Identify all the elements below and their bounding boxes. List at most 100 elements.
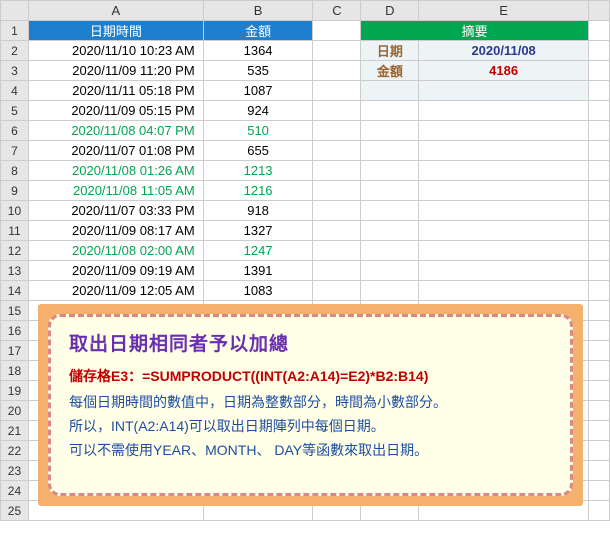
cell-F18[interactable] <box>588 361 609 381</box>
cell-B1[interactable]: 金額 <box>203 21 313 41</box>
cell-B5[interactable]: 924 <box>203 101 313 121</box>
select-all-cell[interactable] <box>1 1 29 21</box>
row-number[interactable]: 6 <box>1 121 29 141</box>
cell-B11[interactable]: 1327 <box>203 221 313 241</box>
cell-F5[interactable] <box>588 101 609 121</box>
cell-C13[interactable] <box>313 261 361 281</box>
cell-A5[interactable]: 2020/11/09 05:15 PM <box>28 101 203 121</box>
cell-A8[interactable]: 2020/11/08 01:26 AM <box>28 161 203 181</box>
row-number[interactable]: 19 <box>1 381 29 401</box>
row-number[interactable]: 8 <box>1 161 29 181</box>
row-number[interactable]: 10 <box>1 201 29 221</box>
row-number[interactable]: 20 <box>1 401 29 421</box>
row-number[interactable]: 3 <box>1 61 29 81</box>
cell-D6[interactable] <box>361 121 419 141</box>
cell-E12[interactable] <box>419 241 589 261</box>
row-number[interactable]: 13 <box>1 261 29 281</box>
cell-F4[interactable] <box>588 81 609 101</box>
cell-C2[interactable] <box>313 41 361 61</box>
row-number[interactable]: 14 <box>1 281 29 301</box>
row-number[interactable]: 11 <box>1 221 29 241</box>
cell-F14[interactable] <box>588 281 609 301</box>
cell-C1[interactable] <box>313 21 361 41</box>
cell-B14[interactable]: 1083 <box>203 281 313 301</box>
row-number[interactable]: 2 <box>1 41 29 61</box>
cell-A3[interactable]: 2020/11/09 11:20 PM <box>28 61 203 81</box>
row-number[interactable]: 18 <box>1 361 29 381</box>
cell-A10[interactable]: 2020/11/07 03:33 PM <box>28 201 203 221</box>
cell-A1[interactable]: 日期時間 <box>28 21 203 41</box>
cell-F20[interactable] <box>588 401 609 421</box>
row-number[interactable]: 4 <box>1 81 29 101</box>
cell-E3[interactable]: 4186 <box>419 61 589 81</box>
col-header-B[interactable]: B <box>203 1 313 21</box>
row-number[interactable]: 22 <box>1 441 29 461</box>
cell-D8[interactable] <box>361 161 419 181</box>
col-header-C[interactable]: C <box>313 1 361 21</box>
cell-C6[interactable] <box>313 121 361 141</box>
cell-F22[interactable] <box>588 441 609 461</box>
cell-D11[interactable] <box>361 221 419 241</box>
cell-F19[interactable] <box>588 381 609 401</box>
cell-A9[interactable]: 2020/11/08 11:05 AM <box>28 181 203 201</box>
row-number[interactable]: 15 <box>1 301 29 321</box>
cell-B6[interactable]: 510 <box>203 121 313 141</box>
cell-F10[interactable] <box>588 201 609 221</box>
row-number[interactable]: 25 <box>1 501 29 521</box>
cell-F3[interactable] <box>588 61 609 81</box>
cell-D5[interactable] <box>361 101 419 121</box>
cell-B4[interactable]: 1087 <box>203 81 313 101</box>
cell-A12[interactable]: 2020/11/08 02:00 AM <box>28 241 203 261</box>
cell-F17[interactable] <box>588 341 609 361</box>
cell-D14[interactable] <box>361 281 419 301</box>
row-number[interactable]: 21 <box>1 421 29 441</box>
cell-E2[interactable]: 2020/11/08 <box>419 41 589 61</box>
row-number[interactable]: 23 <box>1 461 29 481</box>
cell-B8[interactable]: 1213 <box>203 161 313 181</box>
cell-F2[interactable] <box>588 41 609 61</box>
cell-D3[interactable]: 金額 <box>361 61 419 81</box>
cell-A11[interactable]: 2020/11/09 08:17 AM <box>28 221 203 241</box>
cell-E5[interactable] <box>419 101 589 121</box>
cell-F16[interactable] <box>588 321 609 341</box>
cell-F1[interactable] <box>588 21 609 41</box>
cell-E10[interactable] <box>419 201 589 221</box>
cell-D4[interactable] <box>361 81 419 101</box>
cell-A13[interactable]: 2020/11/09 09:19 AM <box>28 261 203 281</box>
cell-B9[interactable]: 1216 <box>203 181 313 201</box>
cell-F6[interactable] <box>588 121 609 141</box>
cell-E9[interactable] <box>419 181 589 201</box>
row-number[interactable]: 1 <box>1 21 29 41</box>
col-header-D[interactable]: D <box>361 1 419 21</box>
cell-C5[interactable] <box>313 101 361 121</box>
row-number[interactable]: 9 <box>1 181 29 201</box>
cell-D10[interactable] <box>361 201 419 221</box>
row-number[interactable]: 24 <box>1 481 29 501</box>
cell-F9[interactable] <box>588 181 609 201</box>
row-number[interactable]: 7 <box>1 141 29 161</box>
cell-A2[interactable]: 2020/11/10 10:23 AM <box>28 41 203 61</box>
cell-C10[interactable] <box>313 201 361 221</box>
row-number[interactable]: 12 <box>1 241 29 261</box>
cell-C11[interactable] <box>313 221 361 241</box>
cell-E4[interactable] <box>419 81 589 101</box>
col-header-A[interactable]: A <box>28 1 203 21</box>
cell-C9[interactable] <box>313 181 361 201</box>
col-header-E[interactable]: E <box>419 1 589 21</box>
cell-C12[interactable] <box>313 241 361 261</box>
cell-E14[interactable] <box>419 281 589 301</box>
row-number[interactable]: 16 <box>1 321 29 341</box>
cell-D12[interactable] <box>361 241 419 261</box>
col-header-blank[interactable] <box>588 1 609 21</box>
cell-A14[interactable]: 2020/11/09 12:05 AM <box>28 281 203 301</box>
cell-B10[interactable]: 918 <box>203 201 313 221</box>
row-number[interactable]: 17 <box>1 341 29 361</box>
cell-B12[interactable]: 1247 <box>203 241 313 261</box>
cell-D9[interactable] <box>361 181 419 201</box>
cell-F25[interactable] <box>588 501 609 521</box>
cell-B13[interactable]: 1391 <box>203 261 313 281</box>
row-number[interactable]: 5 <box>1 101 29 121</box>
cell-B2[interactable]: 1364 <box>203 41 313 61</box>
cell-F8[interactable] <box>588 161 609 181</box>
cell-E6[interactable] <box>419 121 589 141</box>
